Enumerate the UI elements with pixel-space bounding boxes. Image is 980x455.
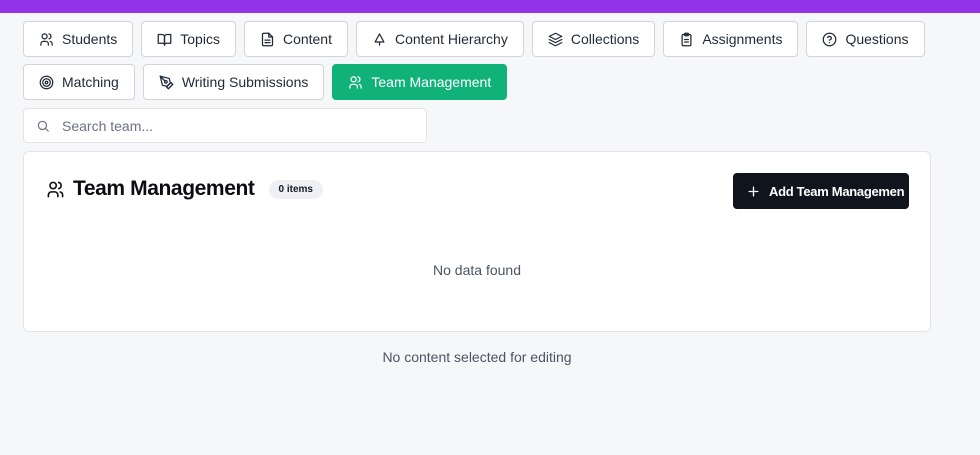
target-icon [39,75,54,89]
search-input[interactable] [62,117,402,134]
tab-collections[interactable]: Collections [531,21,656,57]
tab-label: Team Management [371,74,492,90]
tab-label: Assignments [702,31,783,47]
tab-matching[interactable]: Matching [23,64,135,100]
search-box [23,108,427,143]
tab-topics[interactable]: Topics [141,21,236,57]
pen-tool-icon [159,75,174,89]
file-text-icon [261,32,274,46]
tab-students[interactable]: Students [23,21,134,57]
add-button-label: Add Team Managemen [769,183,905,199]
editor-status-message: No content selected for editing [382,349,572,365]
tab-content[interactable]: Content [243,21,348,57]
page-title: Team Management [73,177,255,200]
tab-label: Content Hierarchy [395,31,508,47]
tab-label: Topics [180,31,220,47]
tab-writing-submissions[interactable]: Writing Submissions [142,64,325,100]
help-circle-icon [823,32,837,46]
tab-questions[interactable]: Questions [806,21,925,57]
empty-state-message: No data found [433,262,521,278]
card-header: Team Management 0 items [46,177,323,201]
tab-label: Matching [62,74,119,90]
tab-label: Content [282,31,332,47]
clipboard-icon [681,32,692,46]
layers-icon [548,32,563,46]
book-open-icon [157,33,172,46]
tab-label: Writing Submissions [181,74,309,90]
tab-label: Questions [845,31,909,47]
search-icon [37,120,49,132]
tab-assignments[interactable]: Assignments [663,21,799,57]
users-icon [47,181,64,197]
users-icon [40,32,53,46]
tree-icon [374,32,385,46]
users-icon [349,75,363,89]
tab-label: Students [62,31,118,47]
item-count-badge: 0 items [268,179,323,199]
add-team-management-button[interactable]: Add Team Managemen [733,173,909,209]
plus-icon [748,185,759,197]
top-accent-bar [0,0,980,13]
tab-label: Collections [570,31,640,47]
tab-navigation: Students Topics Content Content Hierarch… [23,21,925,107]
team-management-card: Team Management 0 items Add Team Managem… [23,151,931,332]
tab-content-hierarchy[interactable]: Content Hierarchy [356,21,524,57]
tab-team-management[interactable]: Team Management [332,64,508,100]
